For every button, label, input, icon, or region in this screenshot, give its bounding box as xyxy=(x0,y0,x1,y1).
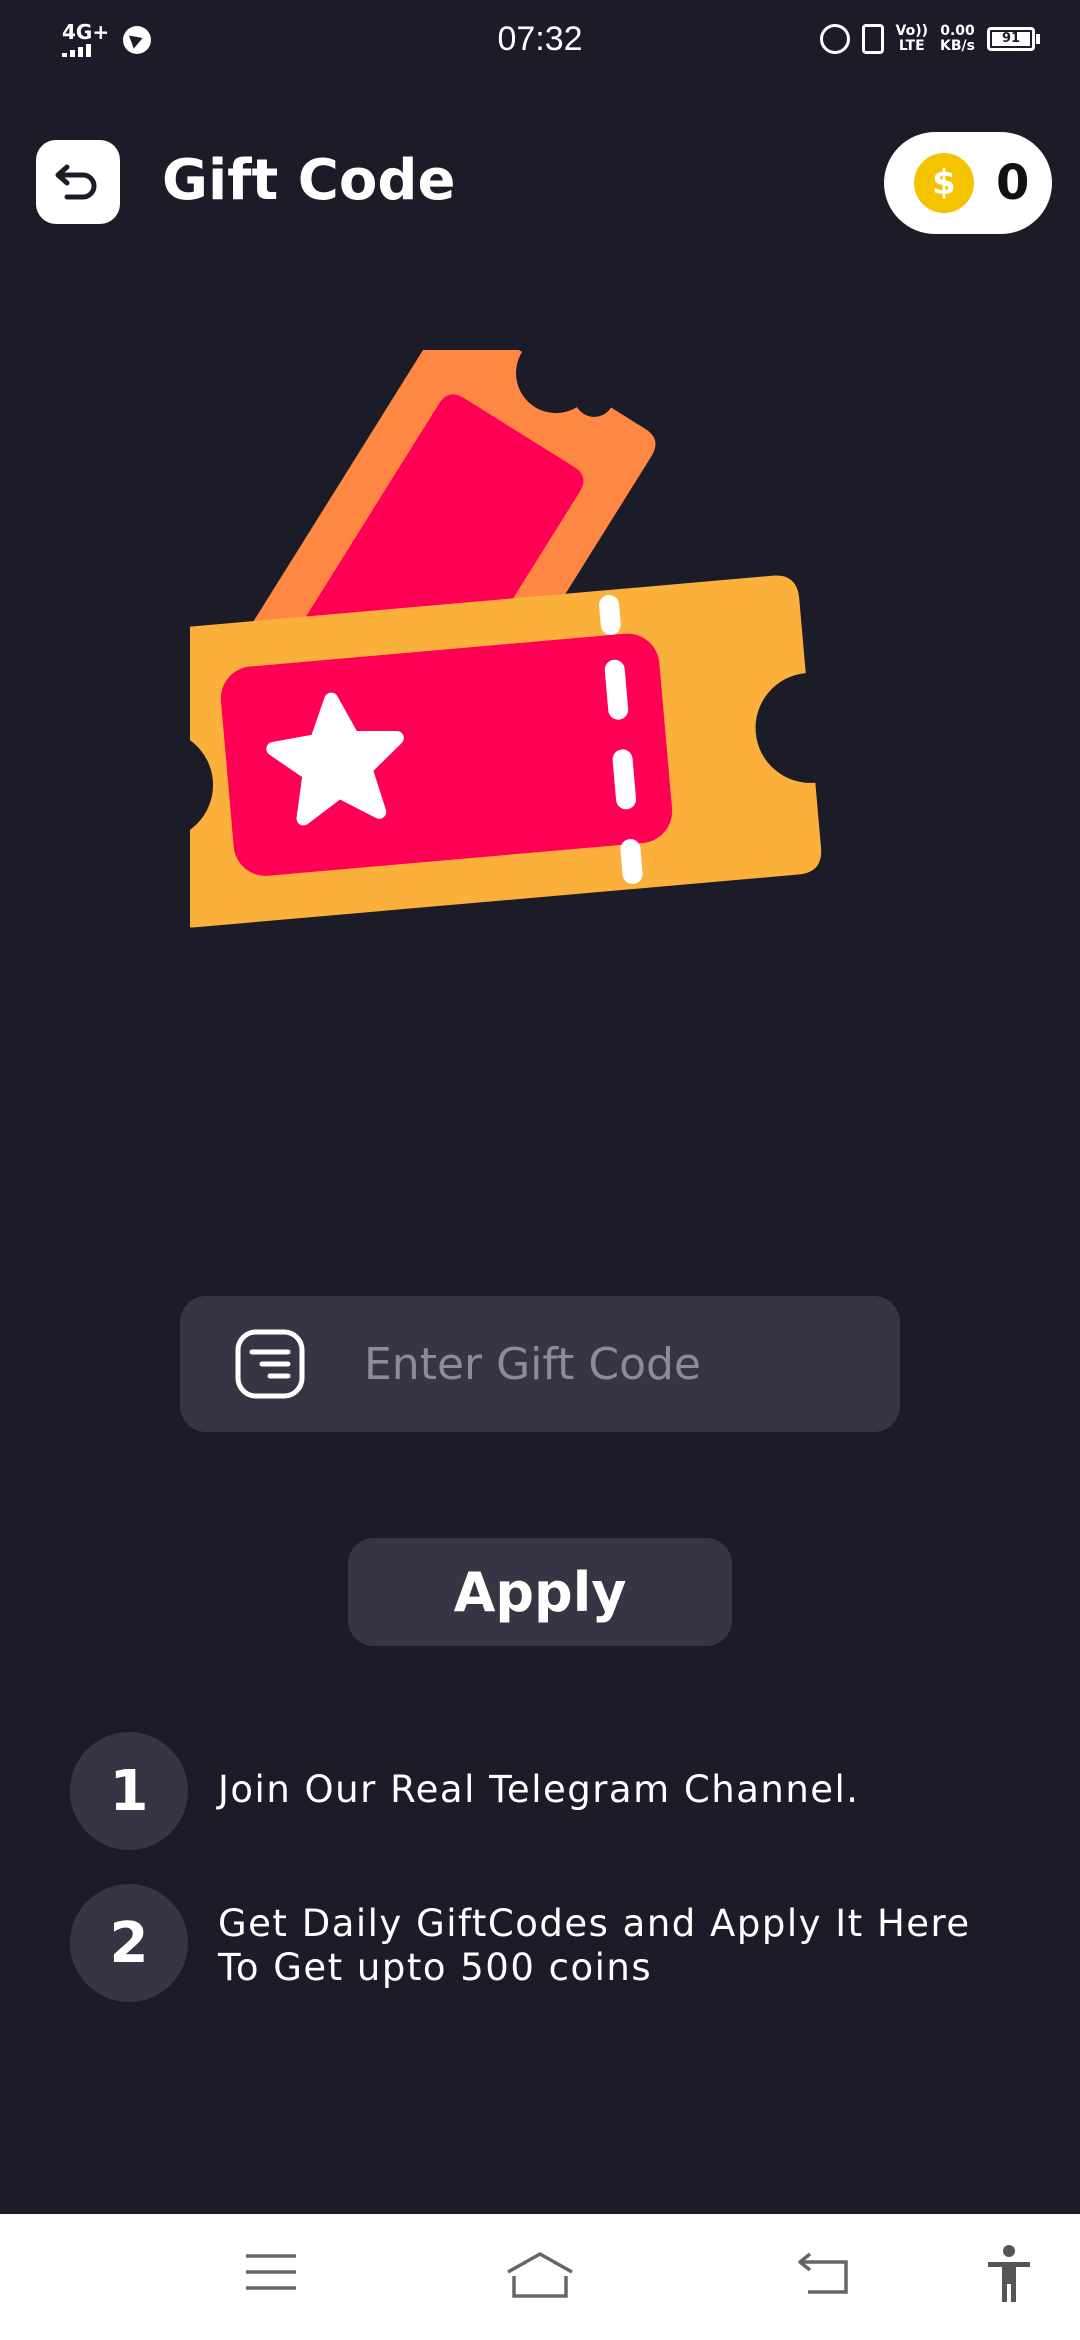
dollar-coin-icon: $ xyxy=(914,153,974,213)
volte-indicator: Vo)) LTE xyxy=(896,24,928,54)
home-icon[interactable] xyxy=(504,2250,576,2300)
step-text: Join Our Real Telegram Channel. xyxy=(218,1768,860,1811)
step-item: 2 Get Daily GiftCodes and Apply It Here … xyxy=(70,1884,978,2002)
volte-bottom: LTE xyxy=(898,38,925,54)
step-item: 1 Join Our Real Telegram Channel. xyxy=(70,1732,860,1850)
network-speed: 0.00 KB/s xyxy=(940,24,975,54)
page-title: Gift Code xyxy=(162,148,456,213)
alarm-icon xyxy=(819,24,850,54)
speed-unit: KB/s xyxy=(940,38,975,54)
volte-top: Vo)) xyxy=(895,23,929,39)
apply-button[interactable]: Apply xyxy=(348,1538,732,1646)
coin-count: 0 xyxy=(996,155,1030,211)
front-ticket xyxy=(190,575,822,928)
battery-level: 91 xyxy=(992,32,1030,46)
ticket-illustration xyxy=(190,350,822,928)
speed-value: 0.00 xyxy=(940,23,975,39)
system-nav-bar xyxy=(0,2214,1080,2340)
step-number: 1 xyxy=(70,1732,188,1850)
step-text: Get Daily GiftCodes and Apply It Here To… xyxy=(218,1902,971,1989)
menu-icon[interactable] xyxy=(244,2250,298,2294)
gift-code-field[interactable] xyxy=(180,1296,900,1432)
back-icon[interactable] xyxy=(796,2250,852,2296)
battery-icon: 91 xyxy=(987,27,1040,51)
accessibility-icon[interactable] xyxy=(986,2244,1032,2304)
gift-code-icon xyxy=(235,1329,305,1399)
gift-code-input[interactable] xyxy=(362,1337,806,1391)
coin-symbol: $ xyxy=(932,163,956,203)
step-number: 2 xyxy=(70,1884,188,2002)
status-bar: 4G+ 07:32 Vo)) LTE 0.00 KB/s 91 xyxy=(0,0,1080,84)
coin-balance[interactable]: $ 0 xyxy=(884,132,1052,234)
vibrate-icon xyxy=(861,24,884,54)
back-button[interactable] xyxy=(36,140,120,224)
status-right: Vo)) LTE 0.00 KB/s 91 xyxy=(819,24,1040,54)
back-arrow-icon xyxy=(55,164,97,200)
